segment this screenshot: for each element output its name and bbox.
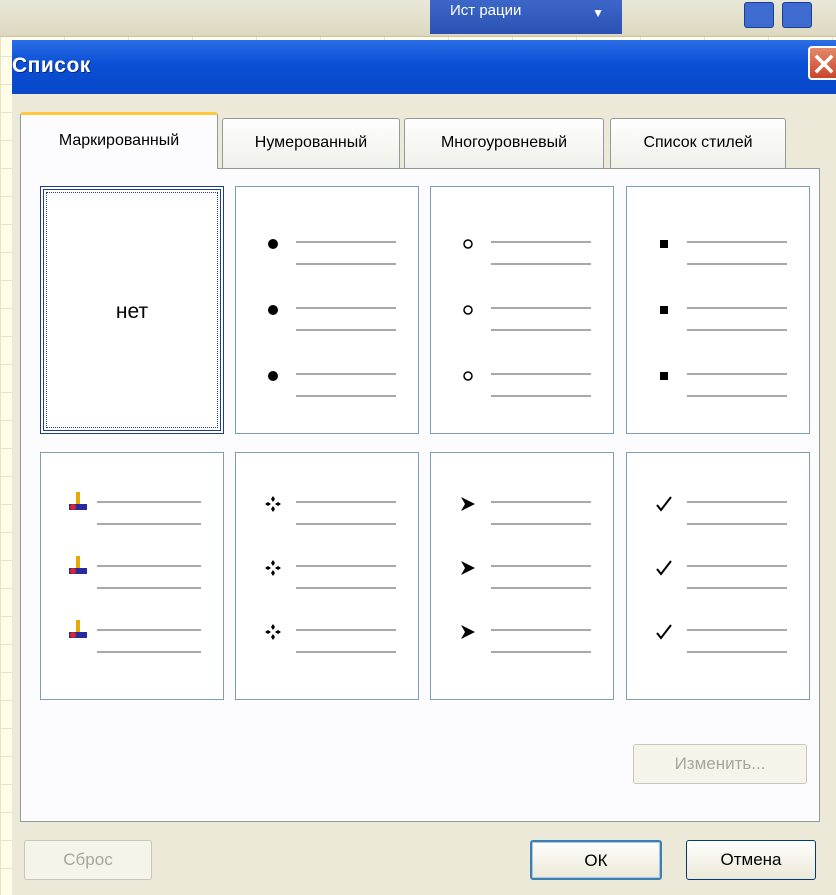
diamond-dots-bullet-icon	[258, 553, 288, 583]
colored-pin-bullet-icon	[63, 489, 93, 519]
bullet-option-arrowhead[interactable]	[430, 452, 614, 700]
tab-list-styles[interactable]: Список стилей	[610, 118, 786, 168]
colored-pin-bullet-icon	[63, 553, 93, 583]
diamond-dots-bullet-icon	[258, 489, 288, 519]
bullet-option-none-label: нет	[115, 300, 149, 323]
hollow-circle-bullet-icon	[453, 361, 483, 391]
tab-bulleted[interactable]: Маркированный	[20, 112, 218, 169]
checkmark-bullet-icon	[649, 617, 679, 647]
square-bullet-icon	[649, 229, 679, 259]
cancel-button[interactable]: Отмена	[686, 840, 816, 880]
toolbar-strip: Ист рации ▼	[0, 0, 836, 37]
arrowhead-bullet-icon	[453, 489, 483, 519]
modify-button[interactable]: Изменить...	[633, 744, 807, 784]
bullet-option-square[interactable]	[626, 186, 810, 434]
list-dialog: Список Маркированный Нумерованный Многоу…	[12, 40, 836, 895]
filled-circle-bullet-icon	[258, 229, 288, 259]
toolbar-dropdown-label: Ист рации	[450, 2, 522, 19]
tab-multilevel[interactable]: Многоуровневый	[404, 118, 604, 168]
hollow-circle-bullet-icon	[453, 295, 483, 325]
reset-button[interactable]: Сброс	[24, 840, 152, 880]
arrowhead-bullet-icon	[453, 617, 483, 647]
square-bullet-icon	[649, 361, 679, 391]
colored-pin-bullet-icon	[63, 617, 93, 647]
toolbar-button-left[interactable]	[744, 2, 774, 28]
dialog-title: Список	[12, 54, 91, 77]
chevron-down-icon: ▼	[592, 6, 604, 20]
hollow-circle-bullet-icon	[453, 229, 483, 259]
filled-circle-bullet-icon	[258, 361, 288, 391]
dialog-titlebar: Список	[12, 40, 836, 94]
toolbar-dropdown[interactable]: Ист рации ▼	[430, 0, 622, 34]
close-icon	[814, 54, 834, 74]
filled-circle-bullet-icon	[258, 295, 288, 325]
square-bullet-icon	[649, 295, 679, 325]
bullet-gallery: нет	[40, 186, 820, 746]
checkmark-bullet-icon	[649, 553, 679, 583]
tab-label: Многоуровневый	[440, 134, 568, 151]
bullet-option-filled-circle[interactable]	[235, 186, 419, 434]
bullet-option-hollow-circle[interactable]	[430, 186, 614, 434]
checkmark-bullet-icon	[649, 489, 679, 519]
tab-label: Нумерованный	[254, 134, 368, 151]
bullet-option-colored-pin[interactable]	[40, 452, 224, 700]
bullet-option-diamond-dots[interactable]	[235, 452, 419, 700]
ok-button[interactable]: ОК	[530, 840, 662, 880]
bullet-option-none[interactable]: нет	[40, 186, 224, 434]
tab-label: Маркированный	[58, 132, 180, 149]
arrowhead-bullet-icon	[453, 553, 483, 583]
close-button[interactable]	[808, 46, 836, 80]
diamond-dots-bullet-icon	[258, 617, 288, 647]
bullet-option-checkmark[interactable]	[626, 452, 810, 700]
tab-label: Список стилей	[643, 134, 753, 151]
toolbar-button-right[interactable]	[782, 2, 812, 28]
tab-numbered[interactable]: Нумерованный	[222, 118, 400, 168]
